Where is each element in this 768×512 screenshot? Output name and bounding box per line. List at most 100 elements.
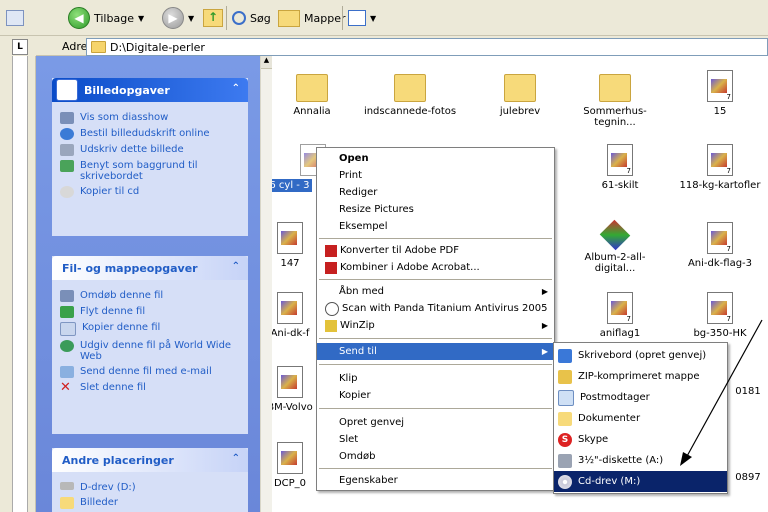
search-label: Søg [250, 11, 271, 25]
folders-label: Mapper [304, 11, 346, 25]
file-tasks-panel: Fil- og mappeopgaver ⌃ Omdøb denne fil F… [52, 256, 248, 434]
other-places-header[interactable]: Andre placeringer ⌃ [52, 448, 248, 472]
panel-title: Fil- og mappeopgaver [62, 261, 198, 275]
up-folder-button[interactable]: ↑ [203, 7, 223, 29]
task-copy[interactable]: Kopier denne fil [52, 320, 248, 338]
send-to-desktop[interactable]: Skrivebord (opret genvej) [554, 345, 727, 366]
menu-winzip[interactable]: WinZip ▶ [317, 317, 554, 334]
menu-send-to[interactable]: Send til ▶ [317, 343, 554, 360]
folder-item[interactable]: Annalia [262, 70, 362, 117]
views-icon [348, 10, 366, 26]
folders-button[interactable]: Mapper [278, 7, 346, 29]
task-publish[interactable]: Udgiv denne fil på World Wide Web [52, 338, 248, 364]
forward-arrow-icon: ▶ [162, 7, 184, 29]
desktop-icon [60, 160, 74, 172]
collapse-icon[interactable]: ⌃ [232, 453, 240, 464]
ruler-corner: L [0, 36, 36, 56]
send-to-mail[interactable]: Postmodtager [554, 387, 727, 408]
zip-folder-icon [558, 369, 572, 384]
image-file-item[interactable]: 7 Ani-dk-flag-3 [670, 222, 768, 269]
scroll-up-icon[interactable]: ▲ [261, 56, 272, 69]
image-file-item[interactable]: 0897 [730, 472, 766, 483]
image-file-icon [277, 442, 303, 474]
task-email[interactable]: Send denne fil med e-mail [52, 364, 248, 380]
send-to-cd-drive[interactable]: Cd-drev (M:) [554, 471, 727, 492]
menu-resize-pictures[interactable]: Resize Pictures [317, 201, 554, 218]
folder-item[interactable]: Sommerhus-tegnin... [565, 70, 665, 128]
menu-open[interactable]: Open [317, 150, 554, 167]
image-tasks-header[interactable]: Billedopgaver ⌃ [52, 78, 248, 102]
image-file-icon [277, 366, 303, 398]
image-tasks-panel: Billedopgaver ⌃ Vis som diasshow Bestil … [52, 78, 248, 236]
collapse-icon[interactable]: ⌃ [232, 83, 240, 94]
task-print-image[interactable]: Udskriv dette billede [52, 142, 248, 158]
web-icon [60, 340, 74, 352]
image-file-icon [277, 222, 303, 254]
address-field[interactable]: D:\Digitale-perler [86, 38, 768, 56]
image-file-item[interactable]: 7 61-skilt [570, 144, 670, 191]
panel-title: Billedopgaver [84, 83, 170, 97]
image-file-item[interactable]: 0181 [730, 386, 766, 397]
menu-delete[interactable]: Slet [317, 431, 554, 448]
menu-open-with[interactable]: Åbn med ▶ [317, 283, 554, 300]
menu-convert-pdf[interactable]: Konverter til Adobe PDF [317, 242, 554, 259]
views-button[interactable]: ▼ [348, 7, 376, 29]
acrobat-icon [325, 261, 337, 274]
search-icon [232, 11, 246, 25]
scrollbar[interactable]: ▲ [260, 56, 272, 512]
image-file-icon: 7 [707, 292, 733, 324]
menu-rename[interactable]: Omdøb [317, 448, 554, 465]
menu-combine-acrobat[interactable]: Kombiner i Adobe Acrobat... [317, 259, 554, 276]
drive-icon [60, 482, 74, 490]
menu-edit[interactable]: Rediger [317, 184, 554, 201]
task-rename[interactable]: Omdøb denne fil [52, 288, 248, 304]
task-order-prints[interactable]: Bestil billedudskrift online [52, 126, 248, 142]
view-icon[interactable] [6, 7, 24, 29]
send-to-documents[interactable]: Dokumenter [554, 408, 727, 429]
image-file-icon: 7 [607, 292, 633, 324]
menu-cut[interactable]: Klip [317, 370, 554, 387]
image-file-item[interactable]: 7 15 [670, 70, 768, 117]
image-file-item[interactable]: 7 bg-350-HK [670, 292, 768, 339]
menu-preview[interactable]: Eksempel [317, 218, 554, 235]
menu-create-shortcut[interactable]: Opret genvej [317, 414, 554, 431]
album-file-item[interactable]: Album-2-all-digital... [565, 219, 665, 274]
task-pane: Billedopgaver ⌃ Vis som diasshow Bestil … [36, 56, 260, 512]
send-to-submenu: Skrivebord (opret genvej) ZIP-komprimere… [553, 342, 728, 494]
folder-item[interactable]: indscannede-fotos [360, 70, 460, 117]
menu-print[interactable]: Print [317, 167, 554, 184]
menu-copy[interactable]: Kopier [317, 387, 554, 404]
task-move[interactable]: Flyt denne fil [52, 304, 248, 320]
panel-title: Andre placeringer [62, 453, 174, 467]
menu-properties[interactable]: Egenskaber [317, 472, 554, 489]
documents-folder-icon [558, 411, 572, 426]
send-to-skype[interactable]: S Skype [554, 429, 727, 450]
task-delete[interactable]: ✕ Slet denne fil [52, 380, 248, 396]
collapse-icon[interactable]: ⌃ [232, 261, 240, 272]
slideshow-icon [60, 112, 74, 124]
send-to-zip[interactable]: ZIP-komprimeret mappe [554, 366, 727, 387]
search-button[interactable]: Søg [232, 7, 271, 29]
image-file-item[interactable]: 7 118-kg-kartofler [670, 144, 768, 191]
delete-icon: ✕ [60, 380, 71, 395]
task-copy-to-cd[interactable]: Kopier til cd [52, 184, 248, 200]
pdf-icon [325, 244, 337, 257]
picture-tasks-icon [56, 79, 78, 101]
forward-button[interactable]: ▶ ▼ [162, 7, 194, 29]
task-set-background[interactable]: Benyt som baggrund til skrivebordet [52, 158, 248, 184]
place-d-drive[interactable]: D-drev (D:) [52, 480, 248, 495]
folder-icon [394, 74, 426, 102]
file-tasks-header[interactable]: Fil- og mappeopgaver ⌃ [52, 256, 248, 280]
address-path: D:\Digitale-perler [110, 40, 205, 54]
folders-icon [278, 9, 300, 27]
back-button[interactable]: ◀ Tilbage ▼ [68, 7, 144, 29]
place-pictures[interactable]: Billeder [52, 495, 248, 511]
image-file-item[interactable]: 7 aniflag1 [570, 292, 670, 339]
winzip-icon [325, 319, 337, 332]
album-icon [599, 219, 631, 251]
send-to-floppy[interactable]: 3½"-diskette (A:) [554, 450, 727, 471]
menu-scan-panda[interactable]: Scan with Panda Titanium Antivirus 2005 [317, 300, 554, 317]
task-slideshow[interactable]: Vis som diasshow [52, 110, 248, 126]
printer-icon [60, 144, 74, 156]
folder-item[interactable]: julebrev [470, 70, 570, 117]
